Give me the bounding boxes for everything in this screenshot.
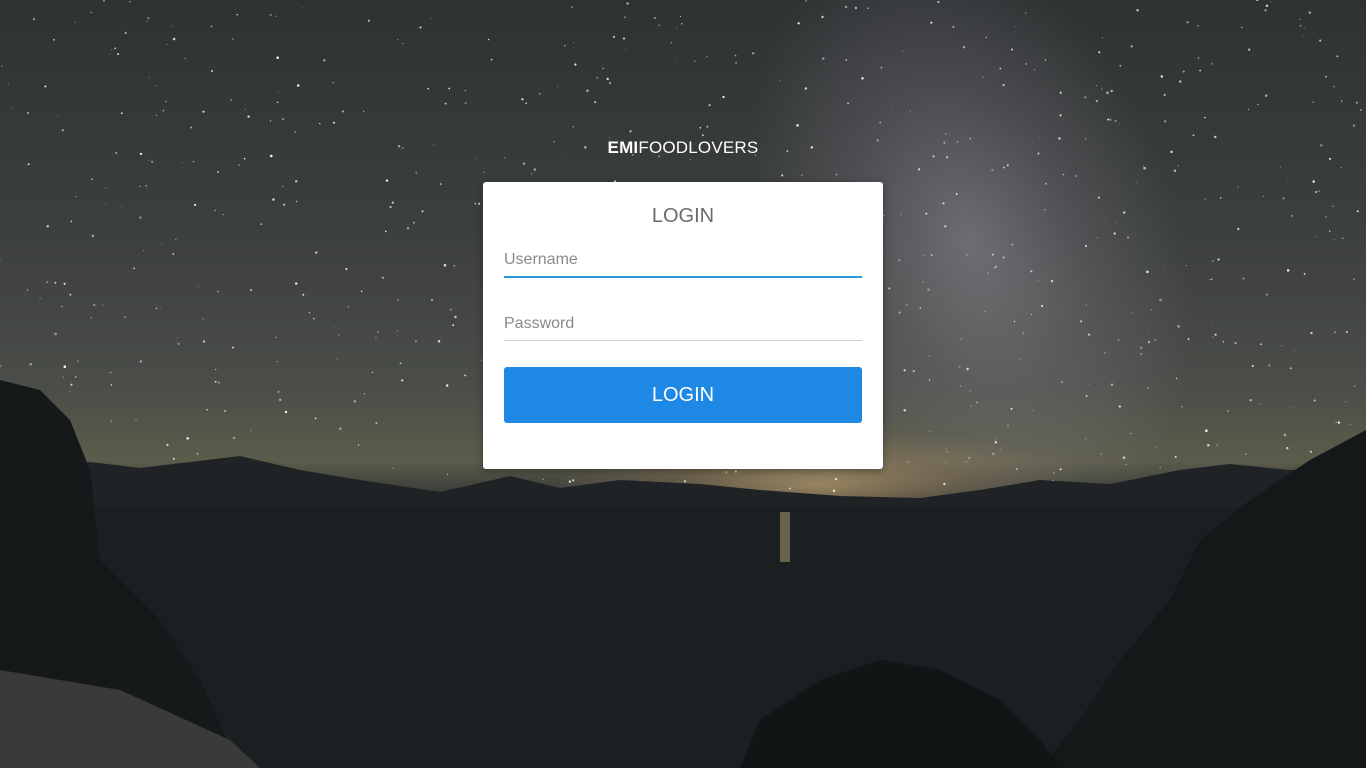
brand-logo: EMIFOODLOVERS [0,138,1366,158]
login-button[interactable]: LOGIN [504,367,862,423]
password-input[interactable] [504,308,862,340]
username-field-container [504,244,862,278]
username-input[interactable] [504,244,862,276]
brand-logo-bold: EMI [607,138,639,157]
login-title: LOGIN [651,205,715,227]
login-card: LOGIN LOGIN [483,182,883,469]
password-field-container [504,308,862,341]
brand-logo-regular: FOODLOVERS [638,138,759,157]
login-page: EMIFOODLOVERS LOGIN LOGIN [0,0,1366,768]
